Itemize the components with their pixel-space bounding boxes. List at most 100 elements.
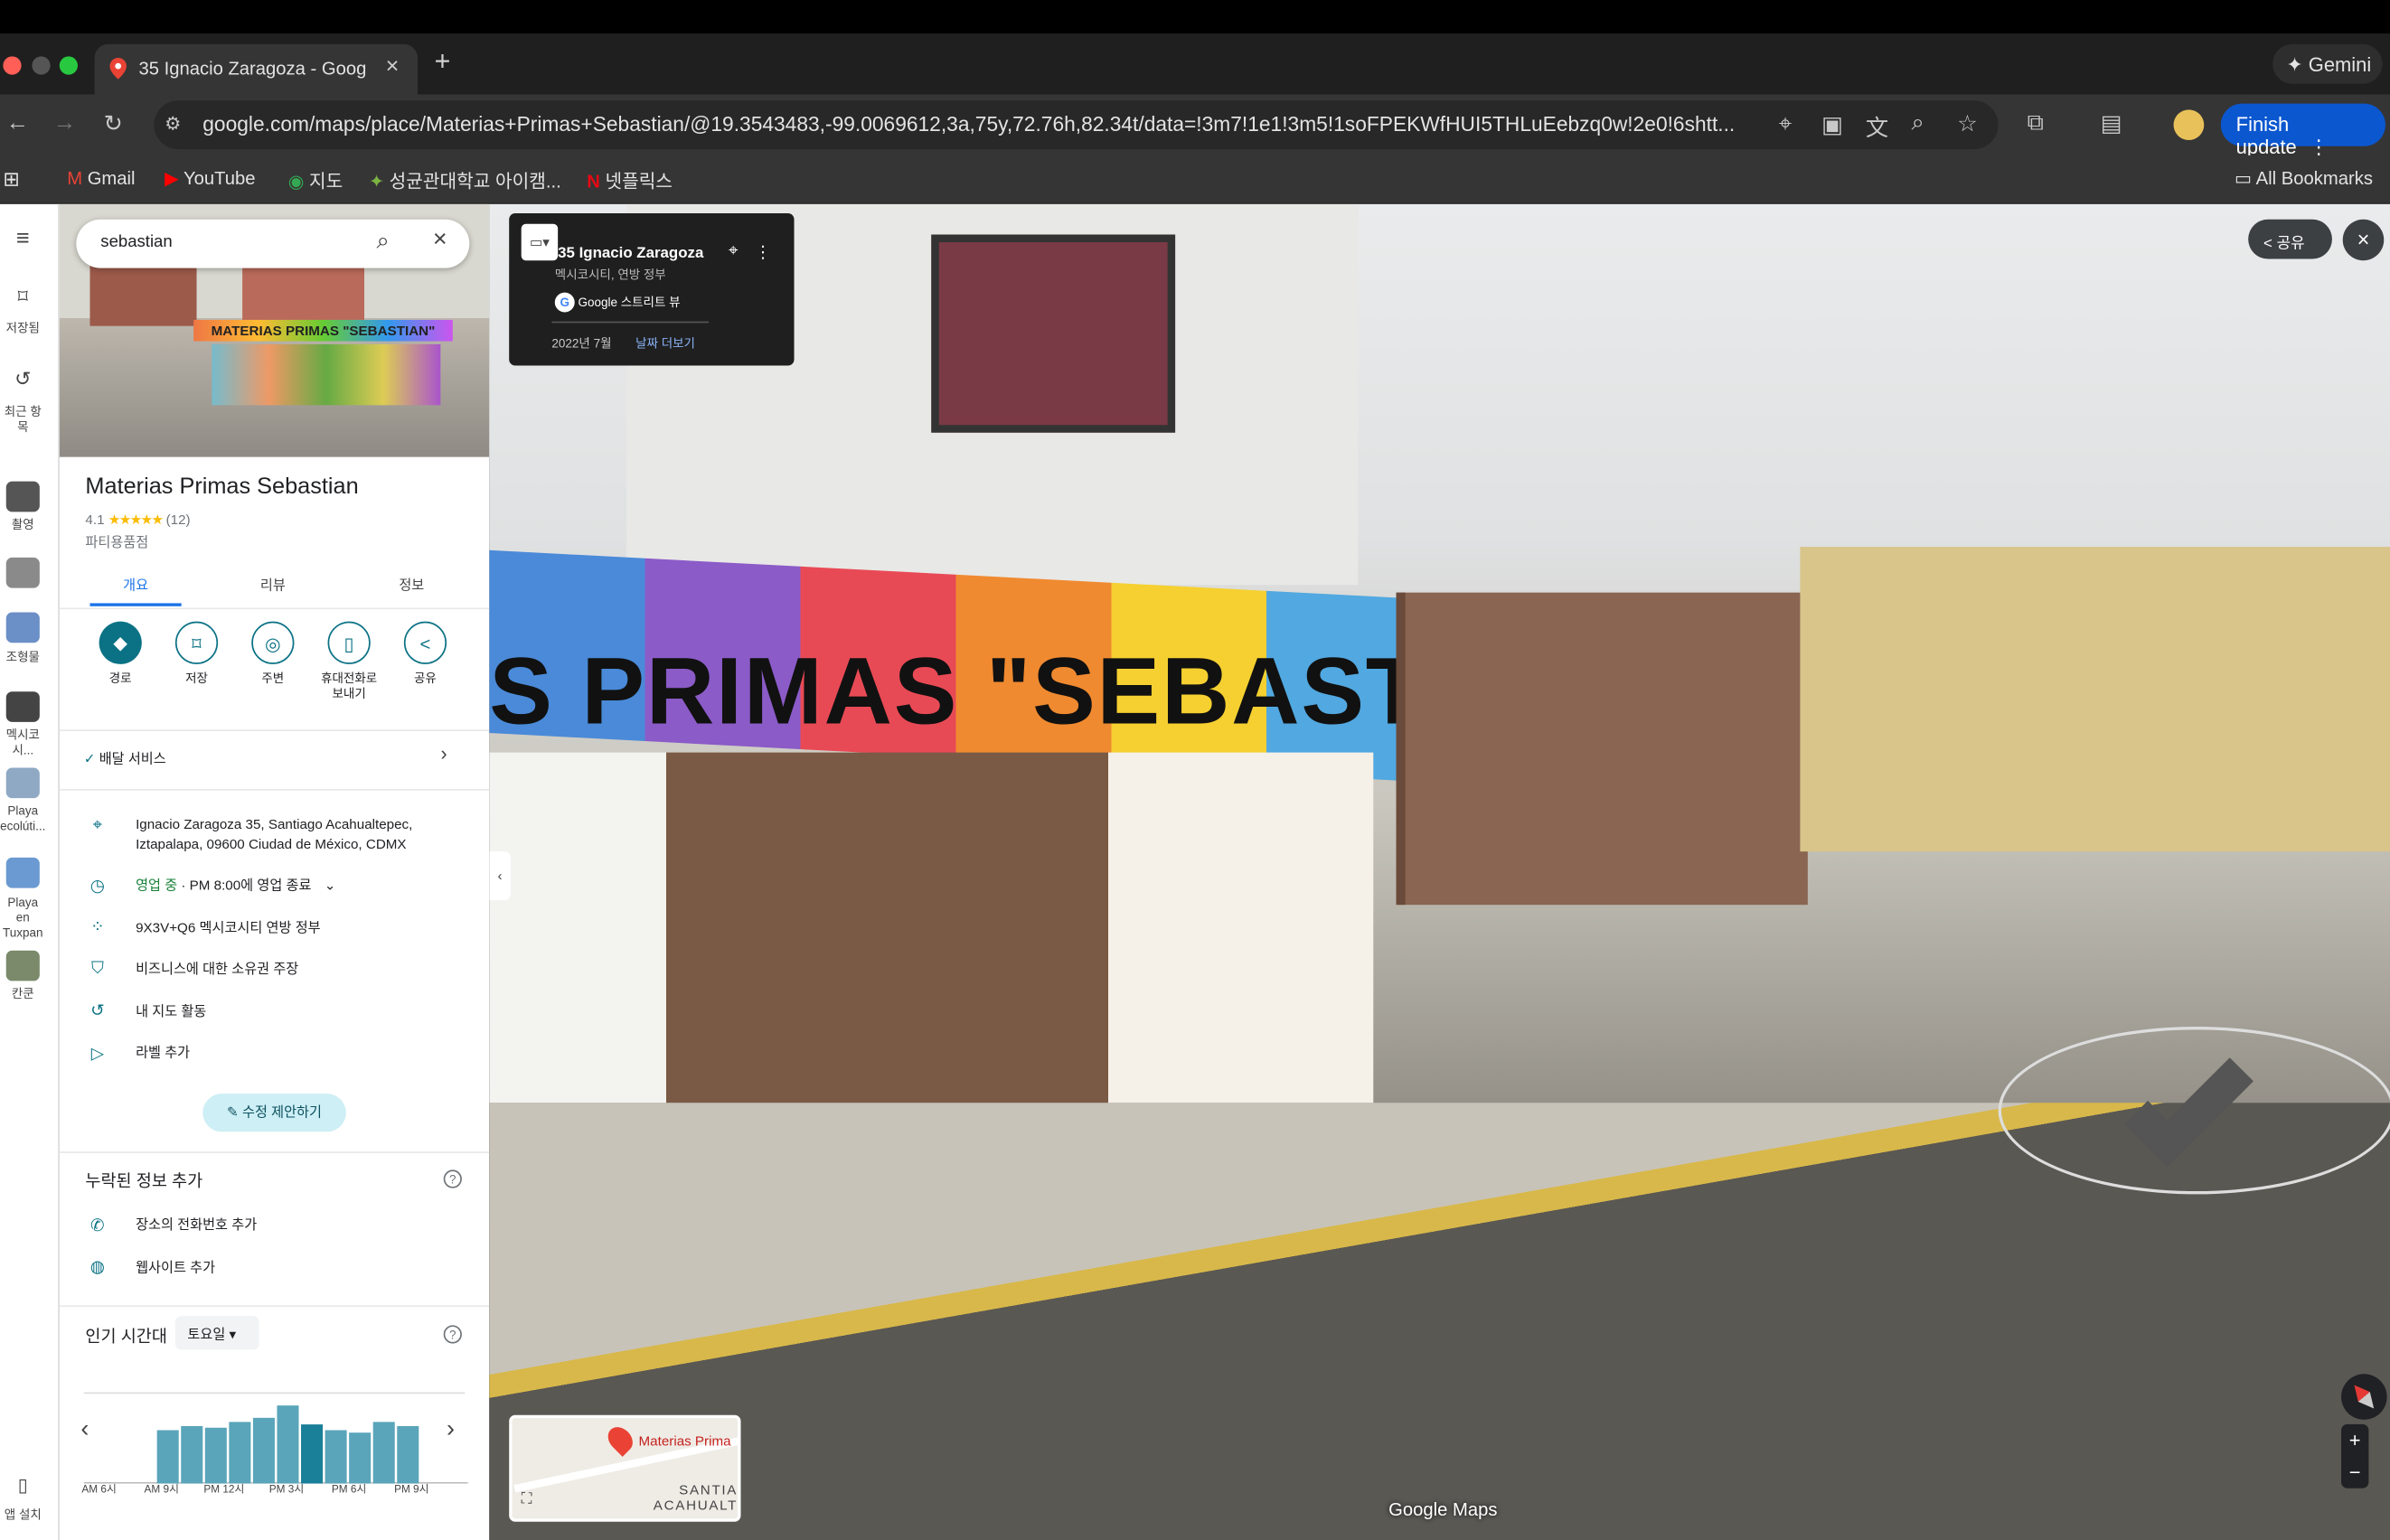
recent-thumb-5[interactable] <box>5 767 40 799</box>
chart-bar[interactable] <box>204 1427 227 1484</box>
street-view-panorama[interactable]: S PRIMAS "SEBASTIAN" ‹ ▭▾ 35 Ignacio Zar… <box>489 203 2390 1540</box>
skku-icon: ✦ <box>369 170 385 192</box>
install-app-icon[interactable]: ▣ <box>1821 111 1843 139</box>
more-dates-link[interactable]: 날짜 더보기 <box>635 335 695 352</box>
tab-reviews[interactable]: 리뷰 <box>204 574 342 594</box>
chart-bar[interactable] <box>325 1430 347 1484</box>
claim-row[interactable]: 비즈니스에 대한 소유권 주장 <box>136 960 298 980</box>
zoom-controls[interactable]: + − <box>2341 1423 2369 1488</box>
chevron-right-icon[interactable]: › <box>440 742 447 765</box>
close-window-button[interactable] <box>3 56 22 75</box>
reading-mode-icon[interactable]: ▤ <box>2101 109 2122 137</box>
recent-thumb-4[interactable] <box>5 691 40 722</box>
plus-code-row[interactable]: 9X3V+Q6 멕시코시티 연방 정부 <box>136 918 321 938</box>
chart-bar[interactable] <box>349 1432 372 1484</box>
close-street-view-icon[interactable]: × <box>2342 219 2385 261</box>
browser-tab[interactable]: 35 Ignacio Zaragoza - Google × <box>94 43 419 95</box>
gemini-button[interactable]: ✦ Gemini <box>2272 43 2383 84</box>
recent-thumb-6[interactable] <box>5 857 40 888</box>
suggest-edit-button[interactable]: ✎ 수정 제안하기 <box>202 1094 346 1132</box>
saved-icon[interactable]: ⌑ <box>0 286 46 306</box>
location-icon[interactable]: ⌖ <box>1779 111 1792 137</box>
tab-overview[interactable]: 개요 <box>67 574 204 594</box>
pencil-icon: ✎ <box>227 1103 242 1120</box>
bookmark-netflix[interactable]: N 넷플릭스 <box>587 167 673 193</box>
menu-icon[interactable]: ≡ <box>0 227 46 249</box>
street-view-brand: G Google 스트리트 뷰 <box>554 292 681 313</box>
all-bookmarks[interactable]: ▭ All Bookmarks <box>2235 167 2373 189</box>
chart-bar[interactable] <box>156 1430 179 1484</box>
chart-bar[interactable] <box>229 1422 251 1484</box>
save-button[interactable]: ⌑ 저장 <box>163 621 230 687</box>
place-category[interactable]: 파티용품점 <box>85 531 148 551</box>
chart-bar[interactable] <box>301 1424 324 1484</box>
day-select[interactable]: 토요일 ▾ <box>174 1316 259 1350</box>
help-icon[interactable]: ? <box>443 1325 462 1344</box>
bookmark-maps[interactable]: ◉ 지도 <box>288 167 343 193</box>
extensions-icon[interactable]: ⧉ <box>2028 109 2044 136</box>
finish-update-label: Finish update <box>2235 112 2297 159</box>
bookmark-gmail[interactable]: M Gmail <box>67 167 135 189</box>
delivery-row[interactable]: ✓ 배달 서비스 <box>84 748 166 768</box>
address-row[interactable]: Ignacio Zaragoza 35, Santiago Acahualtep… <box>136 815 464 855</box>
zoom-icon[interactable]: ⌕ <box>1912 109 1924 136</box>
zoom-in-icon[interactable]: + <box>2341 1424 2368 1456</box>
more-vert-icon[interactable]: ⋮ <box>755 242 772 262</box>
hours-row[interactable]: 영업 중 · PM 8:00에 영업 종료 ⌄ <box>136 876 335 896</box>
recent-thumb-7[interactable] <box>5 950 40 981</box>
street-view-share-button[interactable]: < 공유 <box>2248 219 2332 259</box>
activity-row[interactable]: 내 지도 활동 <box>136 1002 206 1022</box>
bookmark-star-icon[interactable]: ☆ <box>1957 109 1978 137</box>
chart-bar[interactable] <box>372 1422 395 1484</box>
new-tab-button[interactable]: + <box>435 46 451 78</box>
divider <box>59 1151 490 1153</box>
recent-thumb-3[interactable] <box>5 612 40 643</box>
label-row[interactable]: 라벨 추가 <box>136 1044 190 1064</box>
hours-open: 영업 중 <box>136 877 178 893</box>
translate-icon[interactable]: 文 <box>1866 111 1888 143</box>
share-button[interactable]: < 공유 <box>391 621 458 687</box>
chart-bar[interactable] <box>397 1425 419 1484</box>
bookmark-skku[interactable]: ✦ 성균관대학교 아이캠... <box>369 167 561 193</box>
chart-bar[interactable] <box>181 1425 203 1484</box>
help-icon[interactable]: ? <box>443 1169 462 1188</box>
mini-map[interactable]: Materias Prima SANTIA ACAHUALT ⛶ <box>509 1414 741 1522</box>
install-app-phone-icon[interactable]: ▯ <box>0 1476 46 1494</box>
search-input[interactable]: sebastian <box>76 219 470 268</box>
minimize-window-button[interactable] <box>32 56 51 75</box>
reload-icon[interactable]: ↻ <box>104 109 123 137</box>
share-label: 공유 <box>2276 236 2305 253</box>
back-to-map-button[interactable]: ▭▾ <box>521 223 559 261</box>
forward-icon[interactable]: → <box>53 109 76 136</box>
compass-icon[interactable] <box>2341 1374 2387 1420</box>
maximize-window-button[interactable] <box>59 56 78 75</box>
recent-thumb-1[interactable] <box>5 481 40 512</box>
nearby-button[interactable]: ◎ 주변 <box>240 621 306 687</box>
close-search-icon[interactable]: × <box>433 227 447 254</box>
expand-map-icon[interactable]: ⛶ <box>522 1491 532 1508</box>
recent-thumb-2[interactable] <box>5 557 40 588</box>
collapse-panel-button[interactable]: ‹ <box>489 851 511 901</box>
finish-update-button[interactable]: Finish update ⋮ <box>2220 103 2385 158</box>
pin-icon[interactable]: ⌖ <box>729 242 738 262</box>
back-icon[interactable]: ← <box>6 109 29 136</box>
rating-row[interactable]: 4.1 ★★★★★ (12) <box>85 512 190 529</box>
add-phone-row[interactable]: 장소의 전화번호 추가 <box>136 1216 257 1235</box>
tab-about[interactable]: 정보 <box>343 574 480 594</box>
site-settings-icon[interactable]: ⚙ <box>165 113 181 135</box>
search-icon[interactable]: ⌕ <box>376 229 389 255</box>
apps-grid-icon[interactable]: ⊞ <box>3 167 19 192</box>
chart-bar[interactable] <box>252 1417 275 1484</box>
recent-label-5: Playa ecolúti... <box>0 803 46 833</box>
zoom-out-icon[interactable]: − <box>2341 1456 2368 1488</box>
bookmark-youtube[interactable]: ▶ YouTube <box>165 167 255 189</box>
chart-tick-label: PM 12시 <box>203 1483 244 1496</box>
bookmarks-bar <box>0 155 2390 204</box>
profile-avatar[interactable] <box>2173 109 2205 141</box>
history-icon[interactable]: ↺ <box>0 369 46 389</box>
send-to-phone-button[interactable]: ▯ 휴대전화로 보내기 <box>315 621 382 702</box>
directions-button[interactable]: ◆ 경로 <box>87 621 154 687</box>
chart-bar[interactable] <box>277 1405 299 1484</box>
close-tab-icon[interactable]: × <box>386 53 400 80</box>
add-website-row[interactable]: 웹사이트 추가 <box>136 1258 215 1278</box>
